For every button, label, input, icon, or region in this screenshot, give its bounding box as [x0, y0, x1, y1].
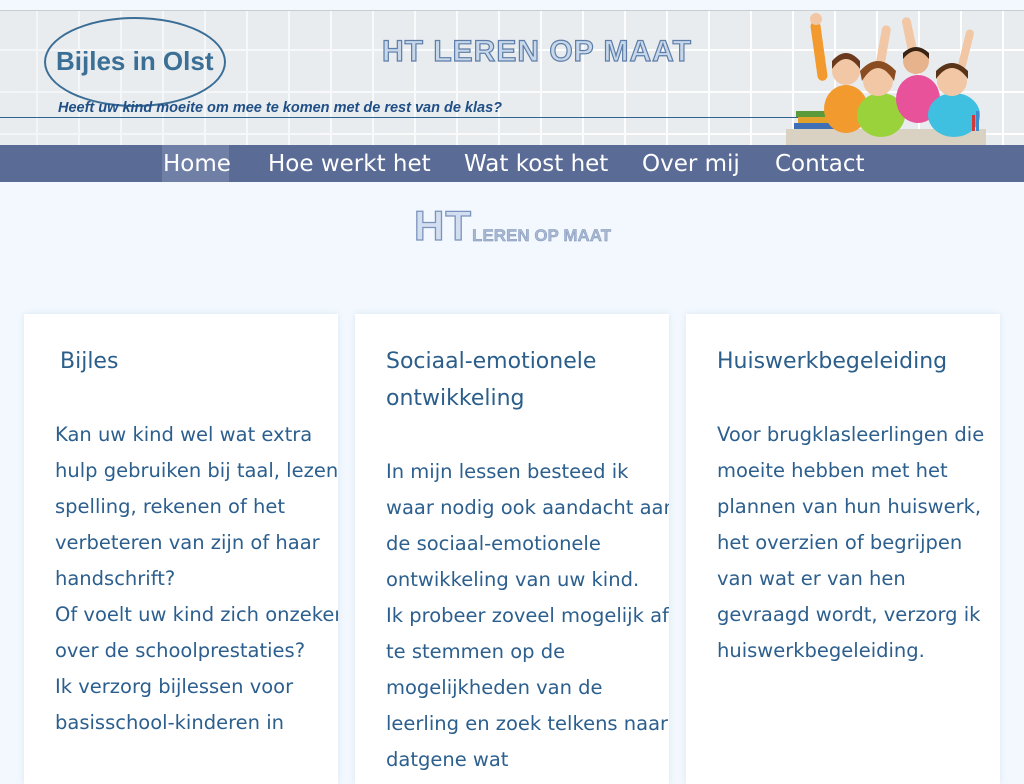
nav-item-over-mij[interactable]: Over mij — [642, 145, 740, 182]
card-title: Bijles — [60, 349, 119, 374]
logo-ht-letters: HT — [413, 202, 472, 249]
card-body: In mijn lessen besteed ik waar nodig ook… — [386, 454, 669, 778]
card-paragraph: Kan uw kind wel wat extra hulp gebruiken… — [55, 423, 338, 590]
nav-item-wat-kost-het[interactable]: Wat kost het — [464, 145, 608, 182]
card-paragraph: Of voelt uw kind zich onzeker over de sc… — [55, 603, 338, 662]
header-tagline: Heeft uw kind moeite om mee te komen met… — [58, 100, 502, 116]
card-bijles: Bijles Kan uw kind wel wat extra hulp ge… — [24, 314, 338, 784]
header-banner: Bijles in Olst HT LEREN OP MAAT Heeft uw… — [0, 10, 1024, 146]
logo-tagline-letters: LEREN OP MAAT — [472, 226, 612, 245]
card-huiswerkbegeleiding: Huiswerkbegeleiding Voor brugklasleerlin… — [686, 314, 1000, 784]
card-body: Kan uw kind wel wat extra hulp gebruiken… — [55, 417, 338, 741]
card-paragraph: Ik verzorg bijlessen voor basisschool-ki… — [55, 675, 294, 734]
card-title: Sociaal-emotionele ontwikkeling — [386, 349, 597, 411]
card-paragraph: Voor brugklasleerlingen die moeite hebbe… — [717, 423, 985, 662]
nav-item-hoe-werkt-het[interactable]: Hoe werkt het — [268, 145, 431, 182]
card-sociaal-emotionele-ontwikkeling: Sociaal-emotionele ontwikkeling In mijn … — [355, 314, 669, 784]
main-navigation: Home Hoe werkt het Wat kost het Over mij… — [0, 145, 1024, 182]
card-title: Huiswerkbegeleiding — [717, 349, 948, 374]
card-paragraph: In mijn lessen besteed ik waar nodig ook… — [386, 460, 669, 591]
nav-item-contact[interactable]: Contact — [775, 145, 864, 182]
card-body: Voor brugklasleerlingen die moeite hebbe… — [717, 417, 999, 669]
site-logo[interactable]: Bijles in Olst — [56, 46, 214, 77]
card-paragraph: Ik probeer zoveel mogelijk af te stemmen… — [386, 604, 669, 771]
students-photo — [786, 13, 986, 145]
banner-divider — [0, 117, 820, 118]
nav-item-home[interactable]: Home — [162, 145, 231, 182]
brand-title: HT LEREN OP MAAT — [381, 34, 692, 68]
